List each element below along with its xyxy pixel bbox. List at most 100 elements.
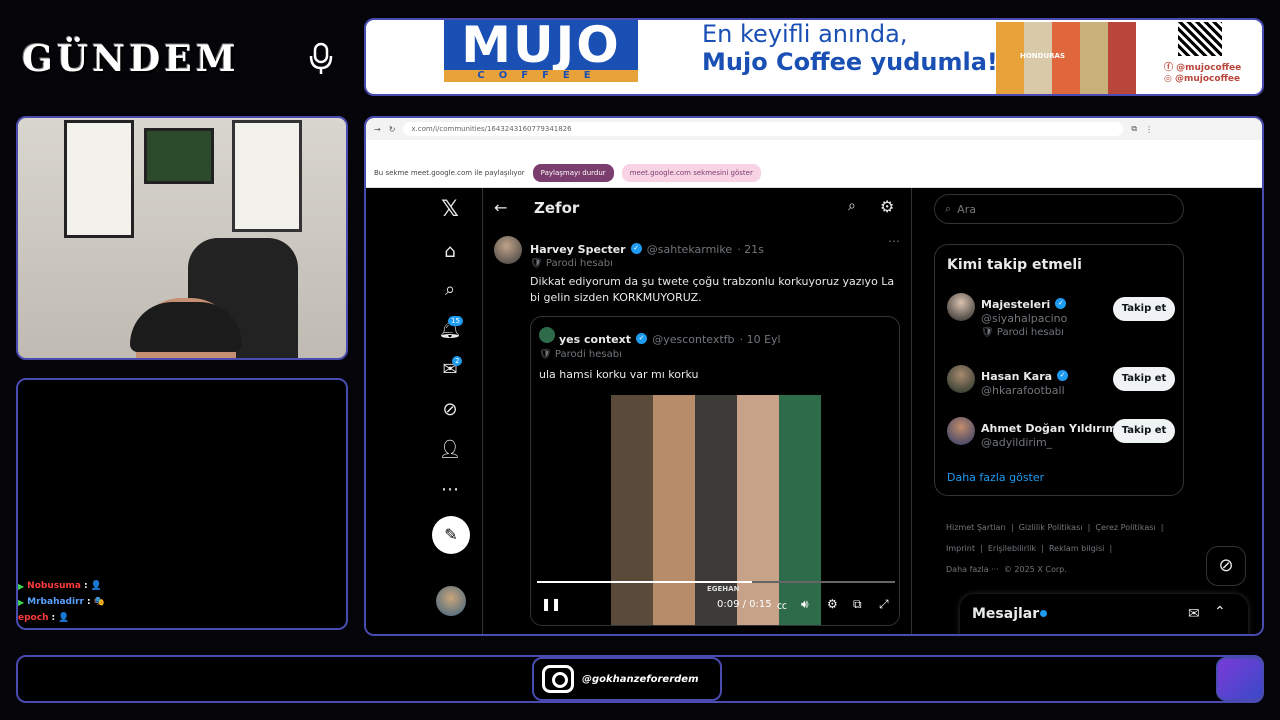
suggested-user[interactable]: Hasan Kara ✓ @hkarafootball	[981, 365, 1069, 397]
brand-logo: MUJO	[461, 18, 621, 74]
quote-author-handle: @yescontextfb	[652, 333, 735, 346]
pip-icon[interactable]: ⧉	[853, 597, 862, 612]
quote-author-avatar	[539, 327, 555, 343]
video-caption: EGEHAN	[707, 585, 740, 593]
captions-icon[interactable]: ㏄	[777, 597, 787, 612]
instagram-handle: @gokhanzeforerdem	[582, 673, 699, 685]
microphone-icon	[309, 42, 333, 74]
video-time: 0:09 / 0:15	[717, 599, 772, 610]
suggested-user[interactable]: Ahmet Doğan Yıldırım ✓ @adyildirim_	[981, 417, 1133, 449]
show-meet-tab-button[interactable]: meet.google.com sekmesini göster	[621, 163, 761, 182]
facebook-handle: ⓕ @mujocoffee	[1164, 63, 1242, 73]
x-app: 𝕏 ⌂ ⌕ 🔔︎ 15 ✉ 2 ⊘ 👤︎ ⋯ ✎ ← Zefor ⌕ ⚙ Har…	[366, 188, 1262, 634]
settings-icon[interactable]: ⚙	[827, 597, 838, 611]
messages-title: Mesajlar	[972, 606, 1040, 622]
unread-dot	[1040, 610, 1047, 617]
home-icon[interactable]: ⌂	[438, 240, 462, 264]
more-icon[interactable]: ⋯	[438, 478, 462, 502]
quote-text: ula hamsi korku var mı korku	[539, 368, 699, 381]
address-bar[interactable]: x.com/i/communities/1643243160779341826	[403, 122, 1124, 136]
compose-post-button[interactable]: ✎	[432, 516, 470, 554]
video-progress-fill	[537, 581, 752, 583]
facebook-icon: ⓕ	[1164, 63, 1177, 73]
quote-author-name: yes context	[559, 333, 631, 346]
parody-icon: 🛡︎	[981, 327, 997, 338]
brand-subtitle: COFFEE	[444, 70, 638, 82]
user-avatar[interactable]	[947, 293, 975, 321]
tweet-text: Dikkat ediyorum da şu twete çoğu trabzon…	[530, 275, 895, 304]
x-logo-icon[interactable]: 𝕏	[438, 198, 462, 222]
profile-icon[interactable]: 👤︎	[438, 438, 462, 462]
community-search-icon[interactable]: ⌕	[848, 198, 856, 214]
qr-code	[1178, 22, 1222, 56]
follow-button[interactable]: Takip et	[1113, 367, 1175, 391]
footer-link[interactable]: Imprint	[946, 544, 975, 553]
sponsor-banner: MUJO COFFEE En keyifli anında, Mujo Coff…	[364, 18, 1264, 96]
menu-icon[interactable]: ⋮	[1145, 125, 1153, 134]
banner-slogan: Mujo Coffee yudumla!	[702, 48, 998, 76]
stream-logo: GÜNDEM	[22, 38, 240, 80]
verified-icon: ✓	[1057, 370, 1069, 381]
volume-icon[interactable]: 🔊︎	[801, 597, 809, 612]
chat-message: ▶ Mrbahadirr: 🎭	[18, 597, 105, 607]
tweet-author-name[interactable]: Harvey Specter	[530, 243, 626, 256]
show-more-link[interactable]: Daha fazla göster	[947, 471, 1044, 484]
instagram-icon	[542, 665, 574, 693]
quote-time: · 10 Eyl	[739, 333, 781, 346]
grok-button[interactable]: ⊘	[1206, 546, 1246, 586]
reload-icon[interactable]: ↻	[389, 125, 396, 134]
expand-icon[interactable]: ⌃	[1214, 604, 1226, 620]
parody-label: 🛡︎ Parodi hesabı	[539, 349, 622, 360]
share-status: Bu sekme meet.google.com ile paylaşılıyo…	[374, 168, 525, 177]
footer-link[interactable]: Reklam bilgisi	[1049, 544, 1104, 553]
follow-button[interactable]: Takip et	[1113, 297, 1175, 321]
parody-icon: 🛡︎	[530, 258, 546, 269]
footer-link[interactable]: Erişilebilirlik	[988, 544, 1036, 553]
search-input[interactable]: ⌕ Ara	[934, 194, 1184, 224]
screen-share-bar: Bu sekme meet.google.com ile paylaşılıyo…	[366, 158, 1262, 188]
tweet-more-icon[interactable]: ⋯	[888, 234, 900, 248]
parody-label: 🛡︎ Parodi hesabı	[530, 258, 613, 269]
account-avatar[interactable]	[436, 586, 466, 616]
grok-icon[interactable]: ⊘	[438, 398, 462, 422]
quote-header: yes context ✓ @yescontextfb · 10 Eyl	[559, 328, 781, 347]
footer-link[interactable]: Hizmet Şartları	[946, 523, 1006, 532]
pause-icon[interactable]: ❚❚	[541, 597, 561, 611]
gear-icon[interactable]: ⚙	[880, 197, 894, 216]
new-message-icon[interactable]: ✉	[1188, 606, 1200, 622]
search-icon[interactable]: ⌕	[438, 278, 462, 302]
verified-icon: ✓	[630, 243, 642, 254]
user-avatar[interactable]	[947, 365, 975, 393]
back-icon[interactable]: →	[374, 125, 381, 134]
who-to-follow-card: Kimi takip etmeli Majesteleri ✓ @siyahal…	[934, 244, 1184, 496]
follow-button[interactable]: Takip et	[1113, 419, 1175, 443]
browser-toolbar: → ↻ x.com/i/communities/1643243160779341…	[366, 118, 1262, 140]
tweet-author-handle[interactable]: @sahtekarmike	[647, 243, 732, 256]
notifications-badge: 15	[448, 316, 463, 326]
banner-headline: En keyifli anında,	[702, 20, 908, 48]
footer-link[interactable]: Daha fazla ···	[946, 565, 999, 574]
quoted-tweet[interactable]: yes context ✓ @yescontextfb · 10 Eyl 🛡︎ …	[530, 316, 900, 626]
webcam-feed	[16, 116, 348, 360]
footer-links: Hizmet Şartları | Gizlilik Politikası | …	[946, 523, 1164, 574]
instagram-icon: ◎	[1164, 74, 1175, 84]
user-avatar[interactable]	[947, 417, 975, 445]
messages-drawer[interactable]: Mesajlar ✉ ⌃	[960, 594, 1248, 634]
coffee-packs-image: HONDURAS	[996, 22, 1136, 94]
verified-icon: ✓	[1055, 298, 1067, 309]
footer-link[interactable]: Gizlilik Politikası	[1019, 523, 1083, 532]
suggested-user[interactable]: Majesteleri ✓ @siyahalpacino 🛡︎ Parodi h…	[981, 293, 1067, 338]
back-arrow-icon[interactable]: ←	[494, 198, 507, 217]
who-to-follow-title: Kimi takip etmeli	[947, 257, 1082, 273]
tweet-time[interactable]: · 21s	[737, 243, 764, 256]
fullscreen-icon[interactable]: ⤢	[879, 597, 889, 612]
shared-screen: → ↻ x.com/i/communities/1643243160779341…	[364, 116, 1264, 636]
chat-panel: ▶ Nobusuma: 👤 ▶ Mrbahadirr: 🎭 epoch: 👤	[16, 378, 348, 630]
page-title: Zefor	[534, 199, 580, 217]
footer-link[interactable]: Çerez Politikası	[1095, 523, 1155, 532]
extensions-icon[interactable]: ⧉	[1131, 124, 1137, 134]
stop-sharing-button[interactable]: Paylaşmayı durdur	[532, 163, 614, 182]
video-player[interactable]: EGEHAN ❚❚ 0:09 / 0:15 ㏄ 🔊︎ ⚙ ⧉ ⤢	[531, 395, 899, 625]
tweet-author-avatar[interactable]	[494, 236, 522, 264]
verified-icon: ✓	[636, 333, 648, 344]
